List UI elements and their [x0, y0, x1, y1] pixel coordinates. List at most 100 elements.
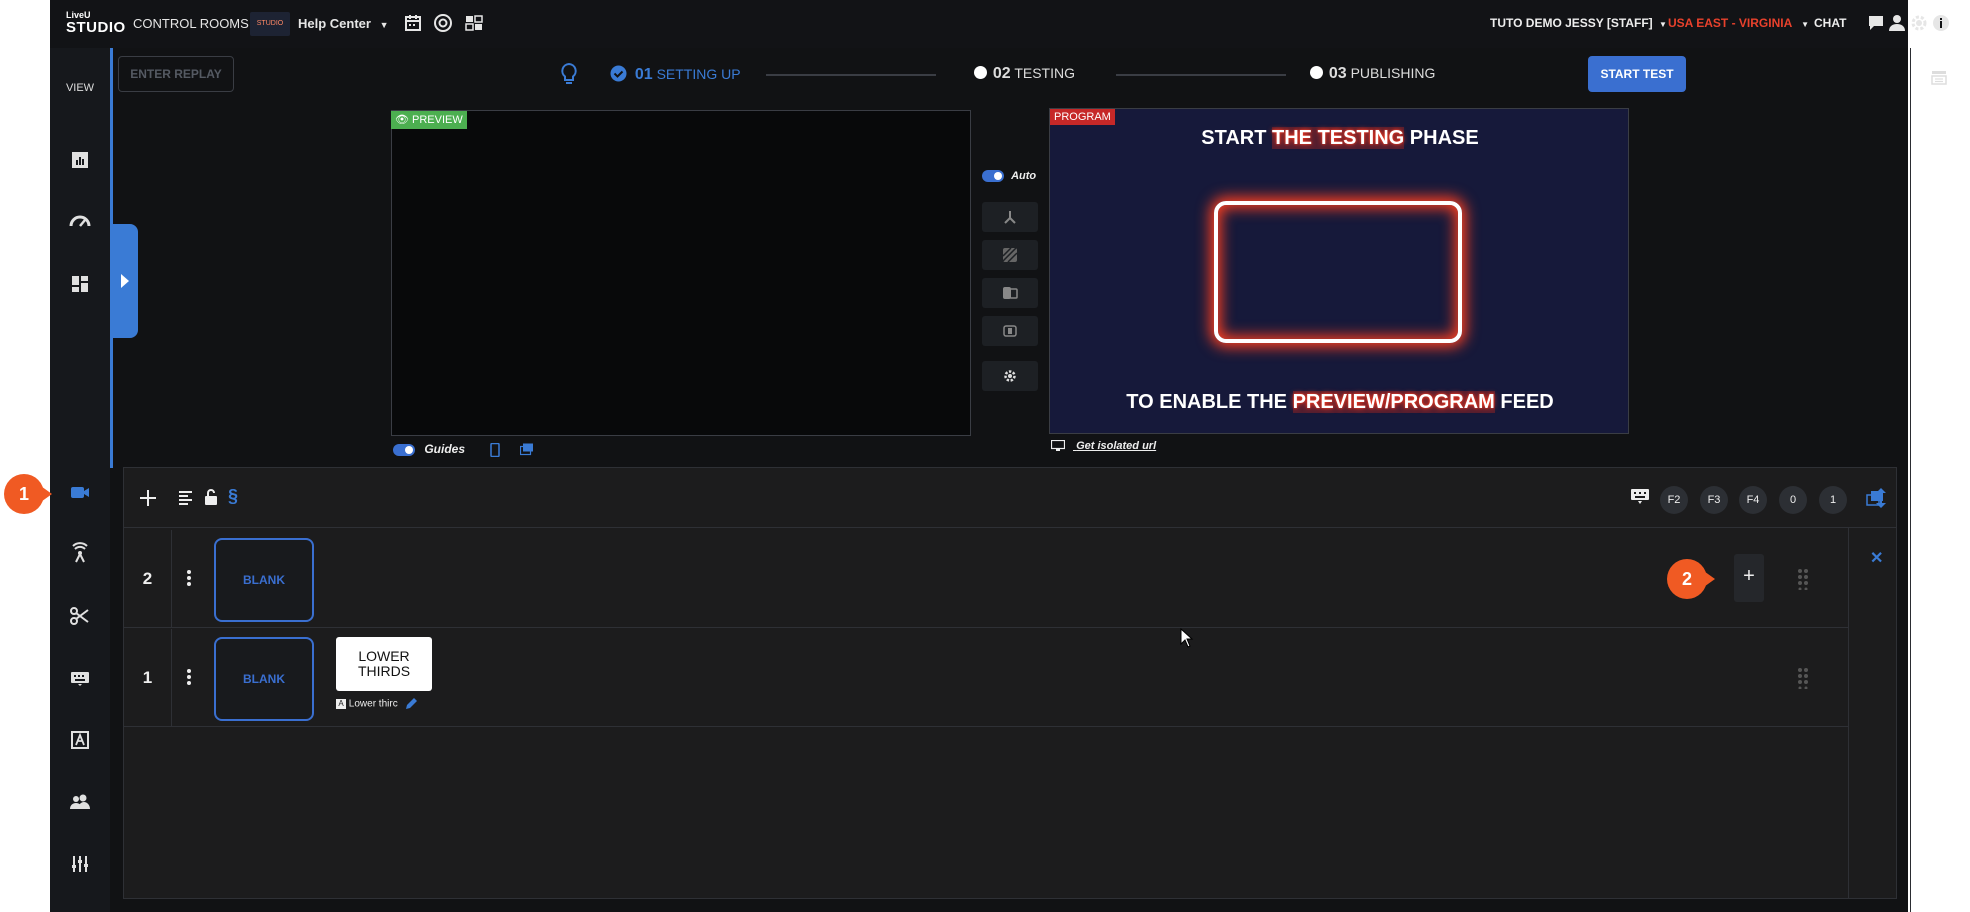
left-rail: VIEW [50, 48, 110, 912]
drag-handle-icon[interactable] [1797, 568, 1809, 590]
cut-icon [1004, 211, 1016, 224]
preview-monitor[interactable] [391, 110, 971, 436]
step2-number: 02 [992, 65, 1011, 82]
chat-button[interactable]: CHAT [1814, 16, 1846, 30]
vertical-resize-icon[interactable] [1876, 488, 1886, 508]
program-monitor[interactable]: START THE TESTING PHASE TO ENABLE THE PR… [1049, 108, 1629, 434]
region-dropdown[interactable]: USA EAST - VIRGINIA ▼ [1668, 16, 1809, 30]
blank-scene-card[interactable]: BLANK [214, 637, 314, 721]
chat-bubble-icon[interactable] [1867, 14, 1885, 32]
fade-transition-button[interactable] [982, 240, 1038, 270]
hotkey-1[interactable]: 1 [1819, 486, 1847, 514]
hotkey-f3[interactable]: F3 [1700, 486, 1728, 514]
kebab-menu-icon[interactable] [186, 667, 192, 687]
lightbulb-icon[interactable] [560, 62, 578, 86]
lower-thirds-label: Lower thirc [348, 698, 398, 710]
lower-thirds-line2: THIRDS [357, 663, 411, 679]
step2-dot-icon [974, 66, 987, 79]
align-left-icon[interactable] [178, 490, 194, 506]
dashboard-icon[interactable] [68, 272, 92, 296]
step-publishing[interactable]: 03 PUBLISHING [1310, 65, 1435, 83]
control-rooms-link[interactable]: CONTROL ROOMS [133, 16, 249, 31]
guides-toggle-row: Guides [393, 442, 534, 462]
close-icon[interactable]: ✕ [1870, 548, 1883, 568]
step-testing[interactable]: 02 TESTING [974, 65, 1075, 83]
layout-grid-icon[interactable] [464, 13, 484, 33]
cut-transition-button[interactable] [982, 202, 1038, 232]
users-icon[interactable] [68, 790, 92, 814]
panel-toggle-icon[interactable] [1930, 68, 1948, 86]
account-dropdown[interactable]: TUTO DEMO JESSY [STAFF] ▼ [1490, 16, 1667, 30]
help-center-dropdown[interactable]: Help Center ▼ [298, 16, 389, 31]
step-setting-up[interactable]: 01 SETTING UP [610, 65, 741, 84]
auto-toggle[interactable] [982, 170, 1004, 183]
unlock-icon[interactable] [204, 489, 218, 505]
swap-icon [1003, 287, 1018, 299]
kebab-menu-icon[interactable] [186, 568, 192, 588]
program-footer-b: FEED [1494, 391, 1554, 413]
link-icon[interactable]: § [228, 486, 248, 506]
step3-number: 03 [1328, 65, 1347, 82]
right-panel-divider [1910, 48, 1911, 912]
layer-row-1: 1 BLANK LOWER THIRDS A Lower thirc [124, 629, 1848, 727]
enter-replay-button[interactable]: ENTER REPLAY [118, 56, 234, 92]
chevron-down-icon: ▼ [1801, 20, 1810, 29]
gear-icon [1004, 370, 1016, 382]
user-icon[interactable] [1888, 14, 1906, 32]
mirror-transition-button[interactable] [982, 316, 1038, 346]
sliders-icon[interactable] [68, 852, 92, 876]
keyboard-icon[interactable] [68, 666, 92, 690]
pencil-icon[interactable] [404, 697, 418, 711]
camera-icon[interactable] [68, 480, 92, 504]
drag-handle-icon[interactable] [1797, 667, 1809, 689]
text-icon[interactable] [68, 728, 92, 752]
step3-label: PUBLISHING [1350, 65, 1436, 81]
layer-number: 2 [124, 530, 172, 628]
expand-sidebar-tab[interactable] [112, 224, 138, 338]
gear-icon[interactable] [1910, 14, 1928, 32]
layers-side-column [1848, 528, 1849, 898]
guides-toggle[interactable] [393, 443, 415, 456]
program-headline-b: PHASE [1404, 127, 1479, 149]
preview-tag: 👁 PREVIEW [391, 111, 467, 129]
auto-toggle-row: Auto [982, 170, 1037, 183]
layers-panel: § F2 F3 F4 0 1 2 BLANK + 1 BLANK LOWER T… [123, 467, 1897, 899]
layers-copy-icon[interactable] [519, 443, 534, 456]
mouse-cursor-icon [1180, 628, 1194, 648]
speedometer-icon[interactable] [68, 210, 92, 234]
callout-1: 1 [4, 474, 52, 514]
monitor-icon [1050, 439, 1066, 452]
analytics-icon[interactable] [68, 148, 92, 172]
lower-thirds-thumbnail[interactable]: LOWER THIRDS [336, 637, 432, 691]
blank-scene-card[interactable]: BLANK [214, 538, 314, 622]
hotkey-f4[interactable]: F4 [1739, 486, 1767, 514]
view-label: VIEW [65, 82, 95, 94]
plus-icon[interactable] [138, 488, 158, 508]
hotkey-f2[interactable]: F2 [1660, 486, 1688, 514]
start-test-button[interactable]: START TEST [1588, 56, 1686, 92]
hotkey-0[interactable]: 0 [1779, 486, 1807, 514]
account-label: TUTO DEMO JESSY [STAFF] [1490, 16, 1653, 30]
info-icon[interactable] [1932, 14, 1950, 32]
help-center-label: Help Center [298, 16, 371, 31]
callout-arrow [1701, 569, 1715, 589]
program-footer-a: TO ENABLE THE [1126, 391, 1293, 413]
check-circle-icon [610, 65, 627, 82]
mobile-icon[interactable] [490, 442, 501, 458]
broadcast-icon[interactable] [68, 542, 92, 566]
lower-thirds-line1: LOWER [358, 648, 410, 664]
lower-thirds-caption: A Lower thirc [336, 697, 418, 711]
calendar-icon[interactable] [403, 13, 423, 33]
auto-label: Auto [1011, 170, 1037, 182]
neon-frame [1214, 201, 1462, 343]
transition-settings-button[interactable] [982, 361, 1038, 391]
keyboard-shortcut-icon[interactable] [1630, 488, 1650, 506]
liveu-studio-logo[interactable]: LiveU STUDIO [66, 10, 125, 38]
lifebuoy-icon[interactable] [433, 13, 453, 33]
swap-transition-button[interactable] [982, 278, 1038, 308]
eye-icon: 👁 [395, 114, 409, 126]
add-overlay-button[interactable]: + [1734, 554, 1764, 602]
chevron-right-icon [121, 274, 129, 288]
scissors-icon[interactable] [68, 604, 92, 628]
isolated-url-row[interactable]: Get isolated url [1050, 439, 1156, 452]
